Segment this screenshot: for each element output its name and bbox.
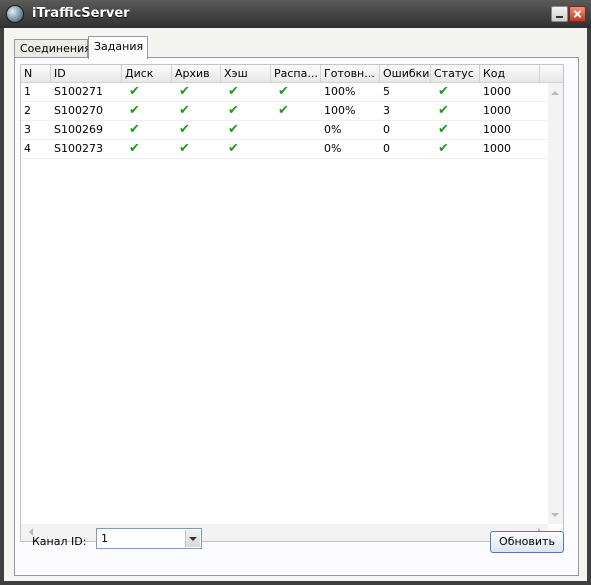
- table-row[interactable]: 1 S100271 ✔ ✔ ✔ ✔ 100% 5 ✔ 1000: [21, 83, 550, 102]
- check-icon: ✔: [179, 84, 190, 99]
- chevron-down-icon[interactable]: [185, 530, 200, 547]
- header-col-disk[interactable]: Диск: [122, 65, 172, 82]
- check-icon: ✔: [228, 122, 239, 137]
- check-icon: ✔: [438, 122, 449, 137]
- cell-code: 1000: [483, 104, 511, 117]
- header-col-n[interactable]: N: [21, 65, 51, 82]
- cell-n: 2: [24, 104, 31, 117]
- check-icon: ✔: [179, 141, 190, 156]
- table-row[interactable]: 3 S100269 ✔ ✔ ✔ 0% 0 ✔ 1000: [21, 121, 550, 140]
- check-icon: ✔: [179, 122, 190, 137]
- vertical-scrollbar[interactable]: [548, 83, 563, 525]
- check-icon: ✔: [228, 84, 239, 99]
- tab-tasks[interactable]: Задания: [88, 36, 148, 59]
- check-icon: ✔: [278, 84, 289, 99]
- cell-ready: 100%: [324, 85, 356, 98]
- table-row[interactable]: 4 S100273 ✔ ✔ ✔ 0% 0 ✔ 1000: [21, 140, 550, 159]
- cell-id: S100273: [54, 142, 103, 155]
- header-col-status[interactable]: Статус: [431, 65, 480, 82]
- title-bar[interactable]: iTrafficServer: [0, 0, 591, 28]
- check-icon: ✔: [278, 103, 289, 118]
- check-icon: ✔: [129, 84, 140, 99]
- refresh-button[interactable]: Обновить: [490, 531, 564, 553]
- check-icon: ✔: [129, 122, 140, 137]
- cell-ready: 0%: [324, 123, 342, 136]
- tab-connections[interactable]: Соединения: [14, 39, 91, 58]
- cell-id: S100271: [54, 85, 103, 98]
- cell-code: 1000: [483, 142, 511, 155]
- check-icon: ✔: [129, 141, 140, 156]
- cell-n: 3: [24, 123, 31, 136]
- header-col-archive[interactable]: Архив: [172, 65, 221, 82]
- scroll-down-icon[interactable]: [551, 513, 559, 521]
- check-icon: ✔: [129, 103, 140, 118]
- header-col-id[interactable]: ID: [51, 65, 122, 82]
- app-icon: [7, 6, 23, 22]
- scroll-up-icon[interactable]: [551, 87, 559, 95]
- cell-errors: 0: [383, 142, 390, 155]
- app-window: iTrafficServer Соединения Задания N ID Дис…: [0, 0, 591, 585]
- empty-cell: [271, 140, 321, 158]
- cell-code: 1000: [483, 123, 511, 136]
- header-filler: [540, 65, 563, 82]
- check-icon: ✔: [438, 141, 449, 156]
- table-header: N ID Диск Архив Хэш Распа... Готовн... Ошибки Ст…: [21, 65, 563, 83]
- check-icon: ✔: [438, 84, 449, 99]
- empty-cell: [271, 121, 321, 139]
- header-col-code[interactable]: Код: [480, 65, 540, 82]
- channel-id-label: Канал ID:: [32, 535, 87, 548]
- cell-code: 1000: [483, 85, 511, 98]
- tasks-table[interactable]: N ID Диск Архив Хэш Распа... Готовн... Ошибки Ст…: [20, 64, 564, 542]
- cell-n: 1: [24, 85, 31, 98]
- cell-errors: 0: [383, 123, 390, 136]
- header-col-hash[interactable]: Хэш: [221, 65, 271, 82]
- check-icon: ✔: [438, 103, 449, 118]
- minimize-button[interactable]: [551, 6, 568, 22]
- header-col-unpack[interactable]: Распа...: [271, 65, 321, 82]
- check-icon: ✔: [228, 103, 239, 118]
- cell-ready: 0%: [324, 142, 342, 155]
- check-icon: ✔: [228, 141, 239, 156]
- cell-id: S100269: [54, 123, 103, 136]
- check-icon: ✔: [179, 103, 190, 118]
- channel-id-select[interactable]: 1: [96, 528, 202, 549]
- cell-errors: 5: [383, 85, 390, 98]
- cell-id: S100270: [54, 104, 103, 117]
- cell-errors: 3: [383, 104, 390, 117]
- channel-id-value: 1: [101, 532, 108, 545]
- window-title: iTrafficServer: [32, 6, 130, 21]
- client-area: Соединения Задания N ID Диск Архив Хэш Распа.…: [4, 28, 587, 581]
- table-row[interactable]: 2 S100270 ✔ ✔ ✔ ✔ 100% 3 ✔ 1000: [21, 102, 550, 121]
- header-col-errors[interactable]: Ошибки: [380, 65, 431, 82]
- table-body: 1 S100271 ✔ ✔ ✔ ✔ 100% 5 ✔ 1000 2 S100270 ✔ ✔ ✔ ✔ 100% 3 ✔…: [21, 83, 550, 159]
- cell-n: 4: [24, 142, 31, 155]
- close-button[interactable]: [569, 6, 586, 22]
- cell-ready: 100%: [324, 104, 356, 117]
- header-col-ready[interactable]: Готовн...: [321, 65, 380, 82]
